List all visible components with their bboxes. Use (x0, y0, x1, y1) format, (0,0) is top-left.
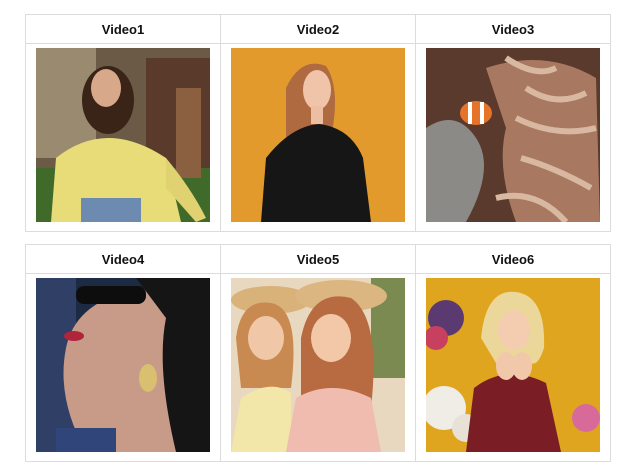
video-cell (220, 273, 416, 462)
video-title: Video3 (415, 14, 611, 44)
video-cell (415, 43, 611, 232)
video-title: Video4 (25, 244, 221, 274)
video6-thumbnail[interactable] (426, 278, 600, 452)
video-cell (220, 43, 416, 232)
video-title: Video2 (220, 14, 416, 44)
video-title: Video6 (415, 244, 611, 274)
video-cell (25, 273, 221, 462)
header-row: Video1 Video2 Video3 (25, 14, 611, 44)
video2-thumbnail[interactable] (231, 48, 405, 222)
video-grid-bottom: Video4 Video5 Video6 (25, 244, 611, 462)
video-title: Video5 (220, 244, 416, 274)
video-cell (25, 43, 221, 232)
video-grid-top: Video1 Video2 Video3 (25, 14, 611, 232)
thumbnail-row (25, 273, 611, 462)
video4-thumbnail[interactable] (36, 278, 210, 452)
video5-thumbnail[interactable] (231, 278, 405, 452)
video-cell (415, 273, 611, 462)
video1-thumbnail[interactable] (36, 48, 210, 222)
video3-thumbnail[interactable] (426, 48, 600, 222)
header-row: Video4 Video5 Video6 (25, 244, 611, 274)
video-title: Video1 (25, 14, 221, 44)
thumbnail-row (25, 43, 611, 232)
